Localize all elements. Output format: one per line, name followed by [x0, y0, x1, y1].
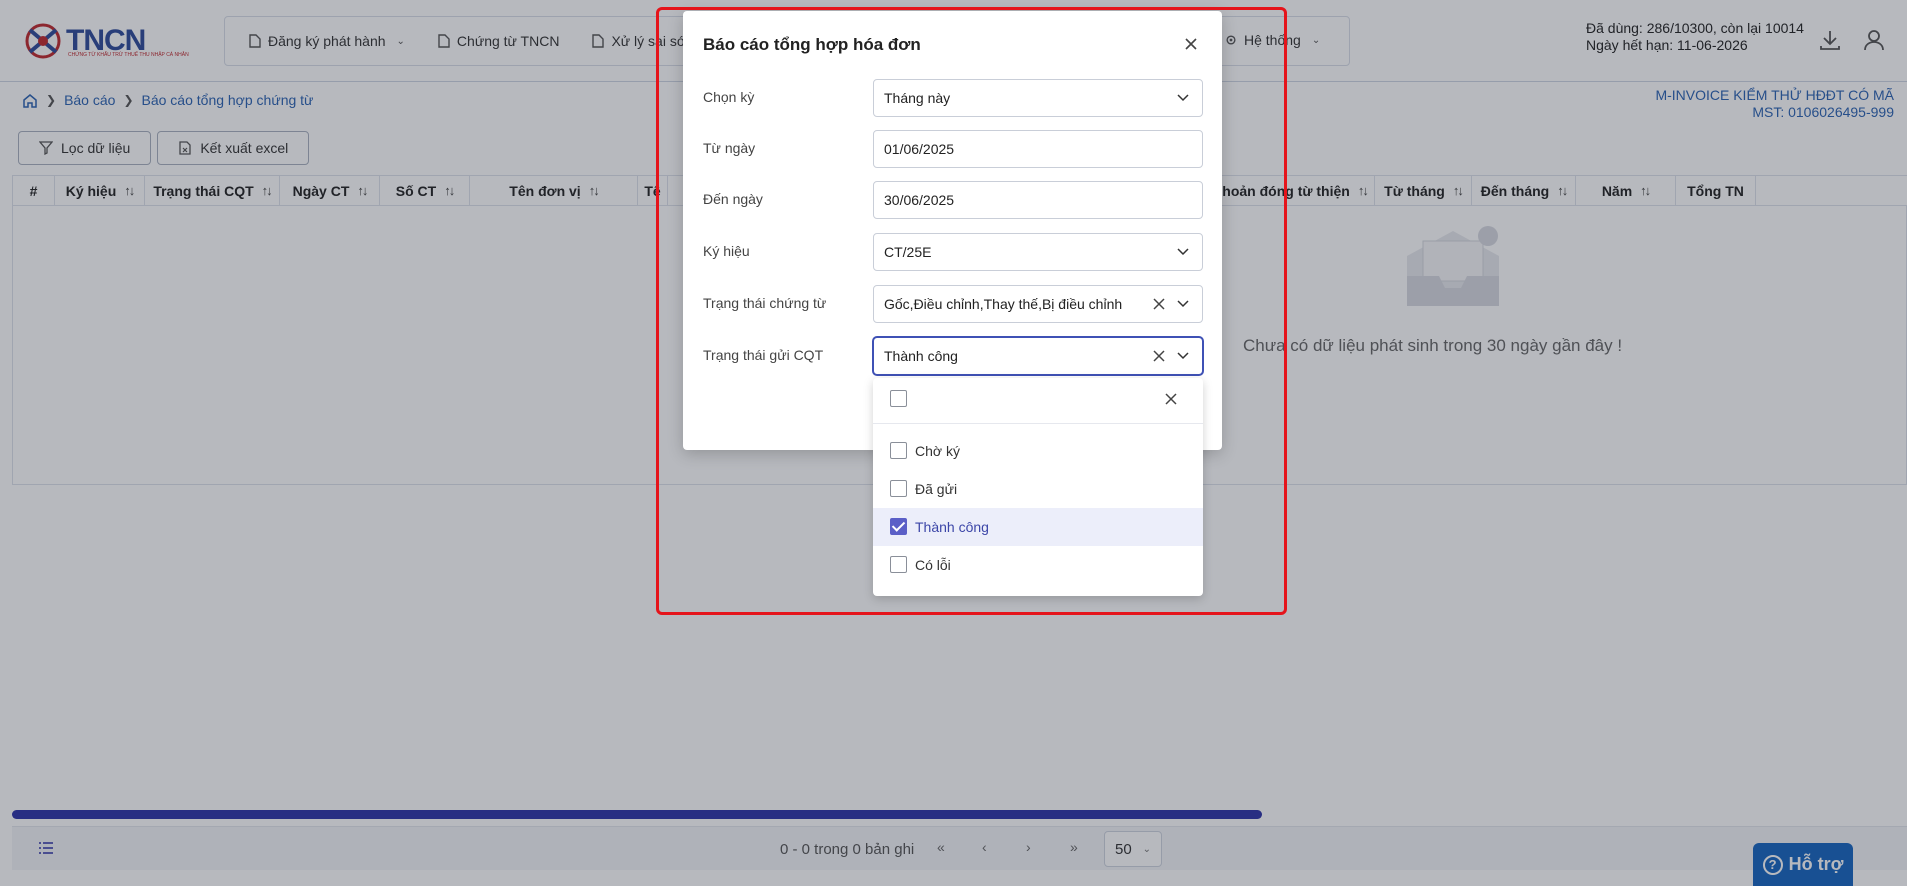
highlight-frame — [656, 7, 1287, 615]
